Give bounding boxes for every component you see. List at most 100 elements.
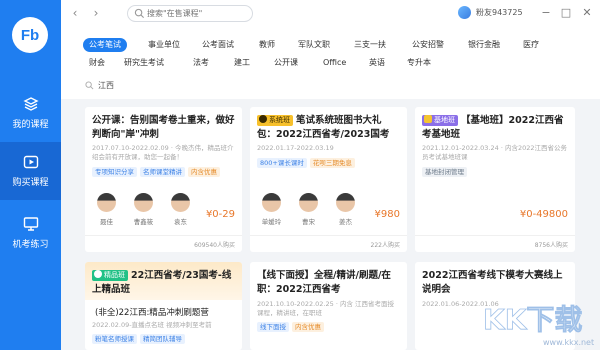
course-badges: 基地封闭管理 [422,167,470,177]
course-badges: 线下面授 内含优惠 [257,322,327,332]
teacher-list: 聂佳 曹鑫筱 袁东 [92,193,203,226]
teacher-name: 单媛玲 [261,218,282,226]
teacher-name: 聂佳 [100,218,113,226]
category-tab[interactable]: 军队文职 [298,38,330,52]
app-logo[interactable]: Fb [12,17,48,53]
badge: 专项知识分享 [92,167,137,177]
category-tab[interactable]: 银行金融 [468,38,500,52]
teacher-avatar [299,193,318,212]
sidebar-item-label: 我的课程 [12,120,49,130]
crown-icon [259,115,267,123]
course-type-tag: 基地班 [422,115,458,126]
search-box [127,5,253,22]
teacher-avatar [97,193,116,212]
badge: 粉笔名师授课 [92,334,137,344]
teacher-avatar [336,193,355,212]
sidebar: Fb 我的课程 购买课程 机考练习 [0,0,61,350]
divider [250,235,407,236]
course-card[interactable]: 基地班 【基地班】2022江西省考基地班 2021.12.01-2022.03.2… [415,107,575,252]
category-tab[interactable]: 公开课 [274,56,298,70]
category-tab[interactable]: 三支一扶 [354,38,386,52]
course-tag-label: 精品班 [104,271,125,279]
back-button[interactable]: ‹ [68,6,82,20]
maximize-button[interactable]: □ [559,6,573,20]
region-selector[interactable]: 江西 [85,80,114,91]
course-meta: 2021.12.01-2022.03.24 · 内含2022江西省公务员考试基地… [422,144,568,161]
course-meta: 2017.07.10-2022.02.09 · 今晚杰伟，精品班介绍会前有开放课… [92,144,234,161]
logo-text: Fb [20,26,40,44]
username: 粉友943725 [476,8,523,17]
category-tab[interactable]: Office [323,56,346,70]
category-tab[interactable]: 英语 [369,56,385,70]
teacher: 单媛玲 [257,193,286,226]
course-type-tag: 系统班 [257,115,293,126]
watermark-text: KK下载 [483,303,582,336]
course-card[interactable]: 【线下面授】全程/精讲/刷题/在职：2022江西省考 2021.10.10-20… [250,262,407,350]
course-tag-label: 基地班 [434,116,455,124]
category-tab[interactable]: 事业单位 [148,38,180,52]
teacher: 袁东 [166,193,195,226]
user-info[interactable]: 粉友943725 [458,6,523,19]
watermark-logo: KK下载 www.kkx.net [483,303,595,347]
course-card[interactable]: 公开课：告别国考卷土重来，做好判断向"岸"冲刺 2017.07.10-2022.… [85,107,242,252]
divider [85,235,242,236]
badge: 名师课堂精讲 [140,167,185,177]
category-tab[interactable]: 公考面试 [202,38,234,52]
forward-button[interactable]: › [89,6,103,20]
buyer-count: 8756人购买 [534,242,568,249]
teacher: 曹宋 [294,193,323,226]
teacher: 聂佳 [92,193,121,226]
buyer-count: 222人购买 [370,242,400,249]
course-type-tag: 精品班 [92,270,128,281]
course-subtitle: (非全)22江西:精品冲刺刷题营 [95,308,209,318]
course-meta: 2021.10.10-2022.02.25 · 内含 江西省考面授课程，精讲班，… [257,300,395,317]
badge: 花呗三期免息 [309,158,355,168]
teacher-avatar [262,193,281,212]
course-card[interactable]: 精品班 22江西省考/23国考-线上精品班 (非全)22江西:精品冲刺刷题营 20… [85,262,242,350]
topbar: ‹ › 粉友943725 − □ ✕ [61,0,600,28]
sidebar-item-exam-practice[interactable]: 机考练习 [0,204,61,262]
sidebar-item-label: 机考练习 [12,240,49,250]
category-tab[interactable]: 建工 [234,56,250,70]
teacher: 姜杰 [331,193,360,226]
sidebar-item-my-courses[interactable]: 我的课程 [0,84,61,142]
course-meta: 2022.01.17-2022.03.19 [257,144,334,152]
search-input[interactable] [147,7,247,20]
teacher-list: 单媛玲 曹宋 姜杰 [257,193,368,226]
course-card[interactable]: 系统班 笔试系统班图书大礼包：2022江西省考/2023国考 2022.01.17… [250,107,407,252]
category-tab[interactable]: 公安招警 [412,38,444,52]
course-title-wrap: 精品班 22江西省考/23国考-线上精品班 [92,269,235,297]
course-price: ¥980 [374,209,400,220]
teacher-name: 袁东 [174,218,187,226]
sidebar-item-buy-courses[interactable]: 购买课程 [0,142,61,200]
course-badges: 专项知识分享 名师课堂精讲 内含优惠 [92,167,223,177]
course-badges: 粉笔名师授课 精简团队辅导 [92,334,188,344]
course-price: ¥0-49800 [519,209,568,220]
course-tag-label: 系统班 [269,116,290,124]
teacher-name: 姜杰 [339,218,352,226]
badge: 内含优惠 [188,167,220,177]
minimize-button[interactable]: − [539,6,553,20]
layers-icon [22,97,39,111]
teacher: 曹鑫筱 [129,193,158,226]
category-tab[interactable]: 公考笔试 [83,38,127,52]
monitor-icon [23,217,38,231]
category-tab[interactable]: 研究生考试 [124,56,164,70]
badge: 基地封闭管理 [422,167,467,177]
category-tab[interactable]: 医疗 [523,38,539,52]
badge: 线下面授 [257,322,289,332]
category-tab[interactable]: 法考 [193,56,209,70]
badge: 内含优惠 [292,322,324,332]
course-meta: 2022.02.09-直播点名班 视频冲刺至考前 [92,321,212,329]
home-icon [424,115,432,123]
teacher-avatar [134,193,153,212]
badge: 精简团队辅导 [140,334,185,344]
course-title: 【线下面授】全程/精讲/刷题/在职：2022江西省考 [257,270,391,295]
badge: 800+课长课时 [257,158,307,168]
buyer-count: 609540人购买 [194,242,235,249]
category-tab[interactable]: 专升本 [407,56,431,70]
close-button[interactable]: ✕ [580,6,594,20]
category-tab[interactable]: 财会 [89,56,105,70]
category-tab[interactable]: 教师 [259,38,275,52]
category-panel: 公考笔试 事业单位 公考面试 教师 军队文职 三支一扶 公安招警 银行金融 医疗… [61,28,600,99]
